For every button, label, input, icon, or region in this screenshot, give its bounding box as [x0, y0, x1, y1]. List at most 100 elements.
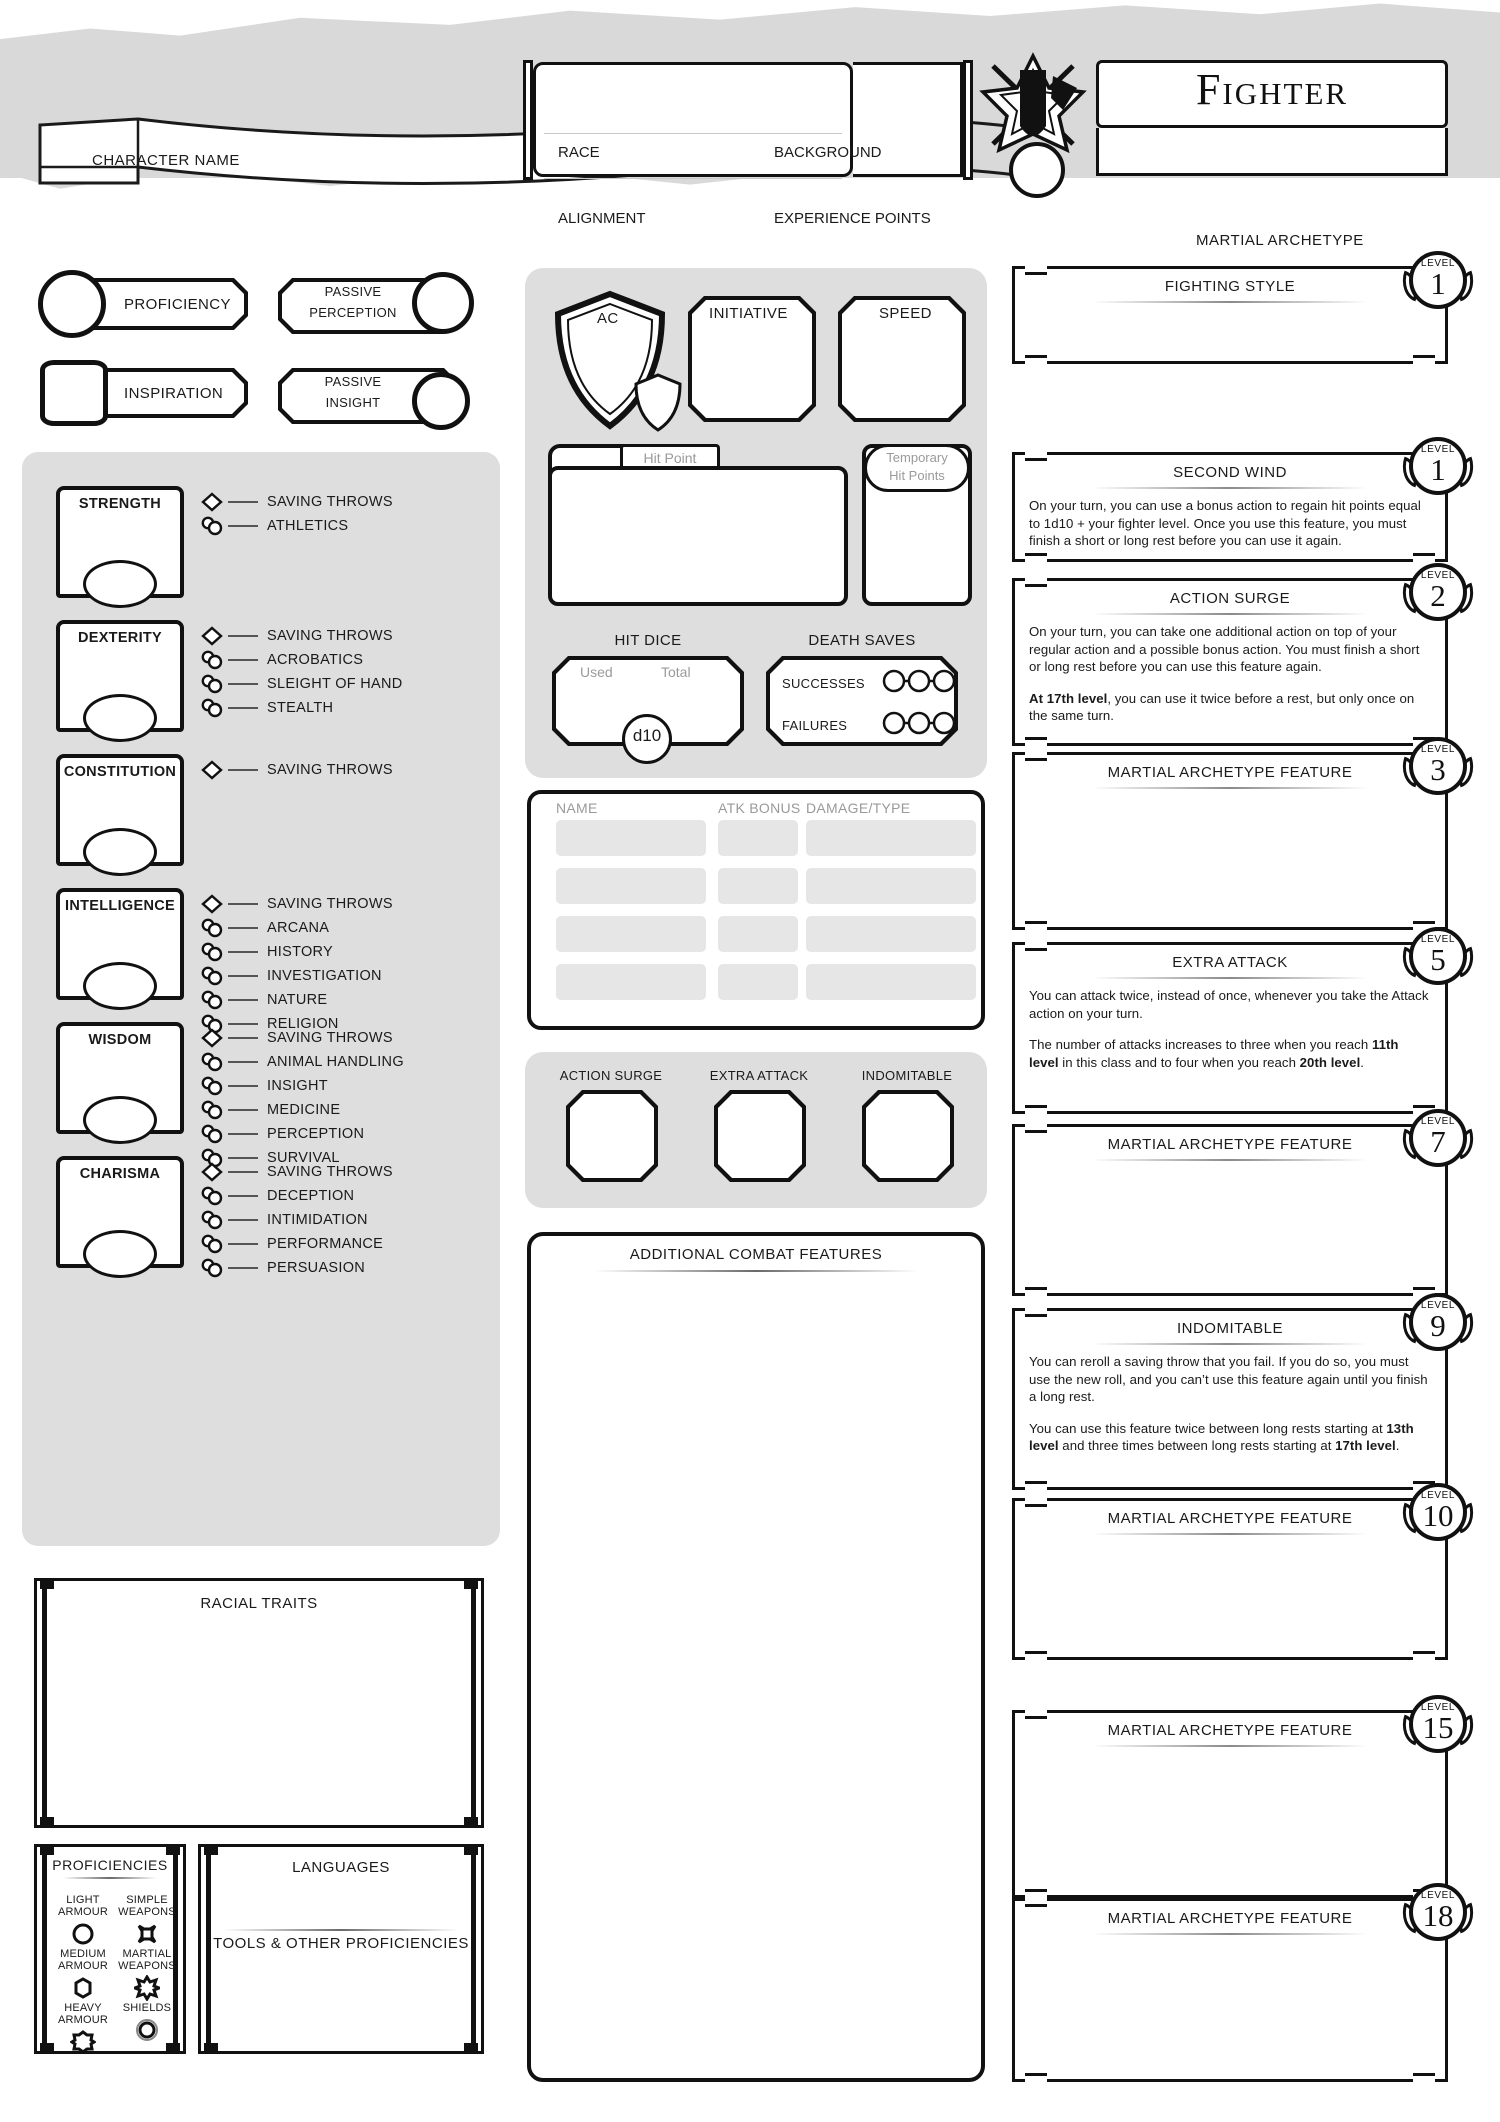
ability-use-input[interactable]	[566, 1090, 658, 1182]
square-notch-icon[interactable]	[116, 1921, 178, 1947]
attack-cell[interactable]	[806, 820, 976, 856]
skill-value-line[interactable]	[228, 501, 258, 503]
racial-traits-box[interactable]: RACIAL TRAITS	[34, 1578, 484, 1828]
passive-perception-input[interactable]	[412, 272, 474, 334]
skill-value-line[interactable]	[228, 525, 258, 527]
skill-row[interactable]: INSIGHT	[200, 1074, 404, 1098]
skill-value-line[interactable]	[228, 951, 258, 953]
skill-proficiency-circles-icon[interactable]	[200, 966, 226, 986]
feature-box-second-wind[interactable]: SECOND WIND On your turn, you can use a b…	[1012, 437, 1480, 562]
attack-cell[interactable]	[806, 868, 976, 904]
attack-cell[interactable]	[556, 868, 706, 904]
skill-proficiency-circles-icon[interactable]	[200, 1234, 226, 1254]
skill-value-line[interactable]	[228, 1023, 258, 1025]
feature-box-martial-archetype-feature[interactable]: MARTIAL ARCHETYPE FEATURE LEVEL 15	[1012, 1695, 1480, 1898]
feature-box-extra-attack[interactable]: EXTRA ATTACK You can attack twice, instea…	[1012, 927, 1480, 1114]
proficiency-item[interactable]: SIMPLE WEAPONS	[116, 1894, 178, 1947]
attack-cell[interactable]	[806, 916, 976, 952]
feature-box-martial-archetype-feature[interactable]: MARTIAL ARCHETYPE FEATURE LEVEL 10	[1012, 1483, 1480, 1660]
skill-value-line[interactable]	[228, 1157, 258, 1159]
saving-throw-diamond-icon[interactable]	[200, 1162, 226, 1182]
skill-proficiency-circles-icon[interactable]	[200, 942, 226, 962]
skill-proficiency-circles-icon[interactable]	[200, 1052, 226, 1072]
skill-value-line[interactable]	[228, 1171, 258, 1173]
skill-value-line[interactable]	[228, 927, 258, 929]
circle-icon[interactable]	[52, 1921, 114, 1947]
attack-cell[interactable]	[718, 964, 798, 1000]
current-hit-points-input[interactable]	[548, 466, 848, 606]
attack-cell[interactable]	[718, 916, 798, 952]
saving-throw-diamond-icon[interactable]	[200, 492, 226, 512]
skill-row[interactable]: SLEIGHT OF HAND	[200, 672, 403, 696]
skill-row[interactable]: ACROBATICS	[200, 648, 403, 672]
languages-box[interactable]: LANGUAGES TOOLS & OTHER PROFICIENCIES	[198, 1844, 484, 2054]
skill-row[interactable]: STEALTH	[200, 696, 403, 720]
ability-use-input[interactable]	[714, 1090, 806, 1182]
skill-value-line[interactable]	[228, 1061, 258, 1063]
skill-row[interactable]: ANIMAL HANDLING	[200, 1050, 404, 1074]
inspiration-input[interactable]	[40, 360, 108, 426]
attack-cell[interactable]	[556, 916, 706, 952]
saving-throw-diamond-icon[interactable]	[200, 1028, 226, 1048]
feature-box-martial-archetype-feature[interactable]: MARTIAL ARCHETYPE FEATURE LEVEL 3	[1012, 737, 1480, 930]
skill-proficiency-circles-icon[interactable]	[200, 1258, 226, 1278]
skill-row[interactable]: INVESTIGATION	[200, 964, 393, 988]
skill-value-line[interactable]	[228, 999, 258, 1001]
proficiency-item[interactable]: HEAVY ARMOUR	[52, 2002, 114, 2055]
skill-row[interactable]: HISTORY	[200, 940, 393, 964]
double-circle-icon[interactable]	[116, 2017, 178, 2043]
skill-value-line[interactable]	[228, 635, 258, 637]
skill-proficiency-circles-icon[interactable]	[200, 698, 226, 718]
skill-row[interactable]: PERSUASION	[200, 1256, 393, 1280]
skill-row[interactable]: SAVING THROWS	[200, 1026, 404, 1050]
skill-row[interactable]: SAVING THROWS	[200, 490, 393, 514]
feature-box-martial-archetype-feature[interactable]: MARTIAL ARCHETYPE FEATURE LEVEL 18	[1012, 1883, 1480, 2082]
attack-cell[interactable]	[718, 820, 798, 856]
saving-throw-diamond-icon[interactable]	[200, 626, 226, 646]
skill-value-line[interactable]	[228, 975, 258, 977]
gear-icon[interactable]	[52, 2029, 114, 2055]
death-save-failure-slots[interactable]	[882, 710, 956, 736]
hexagon-icon[interactable]	[52, 1975, 114, 2001]
skill-value-line[interactable]	[228, 1037, 258, 1039]
skill-proficiency-circles-icon[interactable]	[200, 918, 226, 938]
feature-box-martial-archetype-feature[interactable]: MARTIAL ARCHETYPE FEATURE LEVEL 7	[1012, 1109, 1480, 1296]
feature-box-indomitable[interactable]: INDOMITABLE You can reroll a saving throw…	[1012, 1293, 1480, 1490]
skill-value-line[interactable]	[228, 1109, 258, 1111]
skill-value-line[interactable]	[228, 683, 258, 685]
attack-cell[interactable]	[556, 964, 706, 1000]
skill-proficiency-circles-icon[interactable]	[200, 674, 226, 694]
skill-row[interactable]: NATURE	[200, 988, 393, 1012]
proficiency-item[interactable]: MEDIUM ARMOUR	[52, 1948, 114, 2001]
skill-proficiency-circles-icon[interactable]	[200, 1076, 226, 1096]
feature-box-fighting-style[interactable]: FIGHTING STYLE LEVEL 1	[1012, 251, 1480, 364]
skill-row[interactable]: DECEPTION	[200, 1184, 393, 1208]
skill-proficiency-circles-icon[interactable]	[200, 990, 226, 1010]
skill-row[interactable]: SAVING THROWS	[200, 1160, 393, 1184]
feature-box-action-surge[interactable]: ACTION SURGE On your turn, you can take o…	[1012, 563, 1480, 746]
saving-throw-diamond-icon[interactable]	[200, 760, 226, 780]
proficiency-item[interactable]: MARTIAL WEAPONS	[116, 1948, 178, 2001]
skill-value-line[interactable]	[228, 1195, 258, 1197]
skill-row[interactable]: SAVING THROWS	[200, 758, 393, 782]
attack-cell[interactable]	[718, 868, 798, 904]
saving-throw-diamond-icon[interactable]	[200, 894, 226, 914]
skill-row[interactable]: INTIMIDATION	[200, 1208, 393, 1232]
skill-value-line[interactable]	[228, 1133, 258, 1135]
skill-value-line[interactable]	[228, 1267, 258, 1269]
skill-value-line[interactable]	[228, 707, 258, 709]
skill-proficiency-circles-icon[interactable]	[200, 1210, 226, 1230]
skill-proficiency-circles-icon[interactable]	[200, 1186, 226, 1206]
skill-value-line[interactable]	[228, 1085, 258, 1087]
attack-cell[interactable]	[556, 820, 706, 856]
skill-proficiency-circles-icon[interactable]	[200, 1100, 226, 1120]
skill-proficiency-circles-icon[interactable]	[200, 650, 226, 670]
skill-row[interactable]: PERFORMANCE	[200, 1232, 393, 1256]
passive-insight-input[interactable]	[412, 372, 470, 430]
skill-row[interactable]: ARCANA	[200, 916, 393, 940]
additional-combat-features-box[interactable]: ADDITIONAL COMBAT FEATURES	[527, 1232, 985, 2082]
proficiency-item[interactable]: LIGHT ARMOUR	[52, 1894, 114, 1947]
skill-proficiency-circles-icon[interactable]	[200, 516, 226, 536]
skill-value-line[interactable]	[228, 1219, 258, 1221]
skill-row[interactable]: SAVING THROWS	[200, 624, 403, 648]
